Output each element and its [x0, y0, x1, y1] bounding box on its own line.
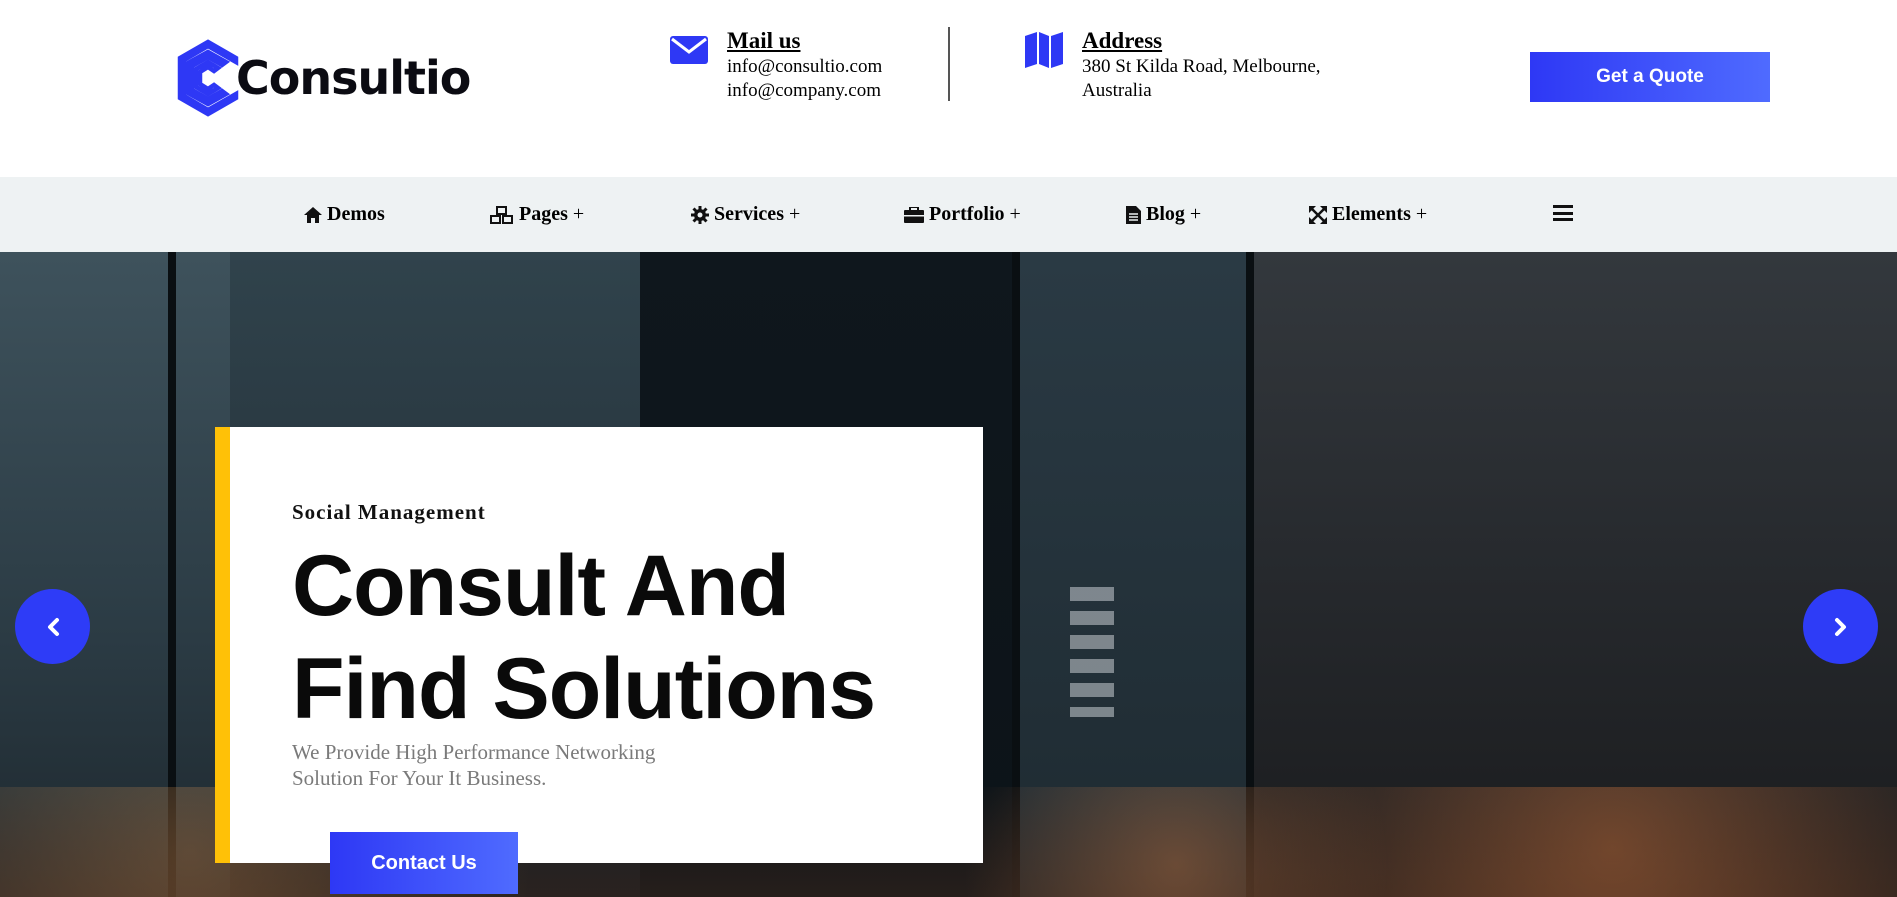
nav-label-services: Services — [714, 203, 784, 225]
file-icon — [1126, 205, 1141, 224]
nav-item-services[interactable]: Services + — [691, 177, 800, 252]
nav-label-portfolio: Portfolio — [929, 203, 1005, 225]
slide-title-line-1: Consult And — [292, 538, 790, 634]
address-title: Address — [1082, 28, 1163, 53]
submenu-marker: + — [572, 203, 585, 225]
chevron-left-icon — [47, 617, 59, 636]
envelope-icon — [670, 36, 708, 64]
slider-next-button[interactable] — [1803, 589, 1878, 664]
top-header: Consultio Mail us info@consultio.com inf… — [0, 0, 1897, 177]
logo-mark-icon — [177, 39, 239, 117]
submenu-marker: + — [1415, 203, 1428, 225]
nav-item-elements[interactable]: Elements + — [1309, 177, 1427, 252]
address-info: Address 380 St Kilda Road, Melbourne, Au… — [1024, 27, 1321, 103]
expand-icon — [1309, 205, 1327, 224]
nav-label-blog: Blog — [1146, 203, 1185, 225]
gear-icon — [691, 205, 709, 224]
main-nav: Demos Pages + Services + Portfolio + Blo… — [0, 177, 1897, 252]
submenu-marker: + — [788, 203, 801, 225]
address-line-1: 380 St Kilda Road, Melbourne, — [1082, 56, 1321, 77]
nav-label-demos: Demos — [327, 203, 385, 225]
nav-item-demos[interactable]: Demos — [304, 177, 385, 252]
mail-line-2[interactable]: info@company.com — [727, 79, 882, 103]
briefcase-icon — [904, 206, 924, 223]
slide-description: We Provide High Performance Networking S… — [292, 740, 656, 790]
nav-label-pages: Pages — [519, 203, 568, 225]
nav-label-elements: Elements — [1332, 203, 1411, 225]
slide-title: Consult And Find Solutions — [292, 535, 952, 741]
submenu-marker: + — [1189, 203, 1202, 225]
address-line-2: Australia — [1082, 80, 1152, 101]
get-quote-button[interactable]: Get a Quote — [1530, 52, 1770, 102]
hamburger-icon[interactable] — [1553, 205, 1573, 221]
chevron-right-icon — [1834, 617, 1846, 636]
nav-item-pages[interactable]: Pages + — [490, 177, 584, 252]
cubes-icon — [490, 205, 513, 224]
header-divider — [948, 27, 950, 101]
nav-item-blog[interactable]: Blog + — [1126, 177, 1201, 252]
submenu-marker: + — [1009, 203, 1021, 225]
slider-prev-button[interactable] — [15, 589, 90, 664]
mail-info: Mail us info@consultio.com info@company.… — [669, 27, 882, 103]
nav-item-portfolio[interactable]: Portfolio + — [904, 177, 1021, 252]
map-icon — [1025, 32, 1063, 68]
mail-line-1[interactable]: info@consultio.com — [727, 55, 882, 79]
mail-title: Mail us — [727, 28, 801, 53]
slide-title-line-2: Find Solutions — [292, 641, 876, 737]
home-icon — [304, 206, 322, 223]
site-logo[interactable]: Consultio — [176, 38, 471, 118]
slide-subtitle: Social Management — [292, 500, 486, 524]
logo-text: Consultio — [236, 51, 471, 105]
contact-us-button[interactable]: Contact Us — [330, 832, 518, 894]
